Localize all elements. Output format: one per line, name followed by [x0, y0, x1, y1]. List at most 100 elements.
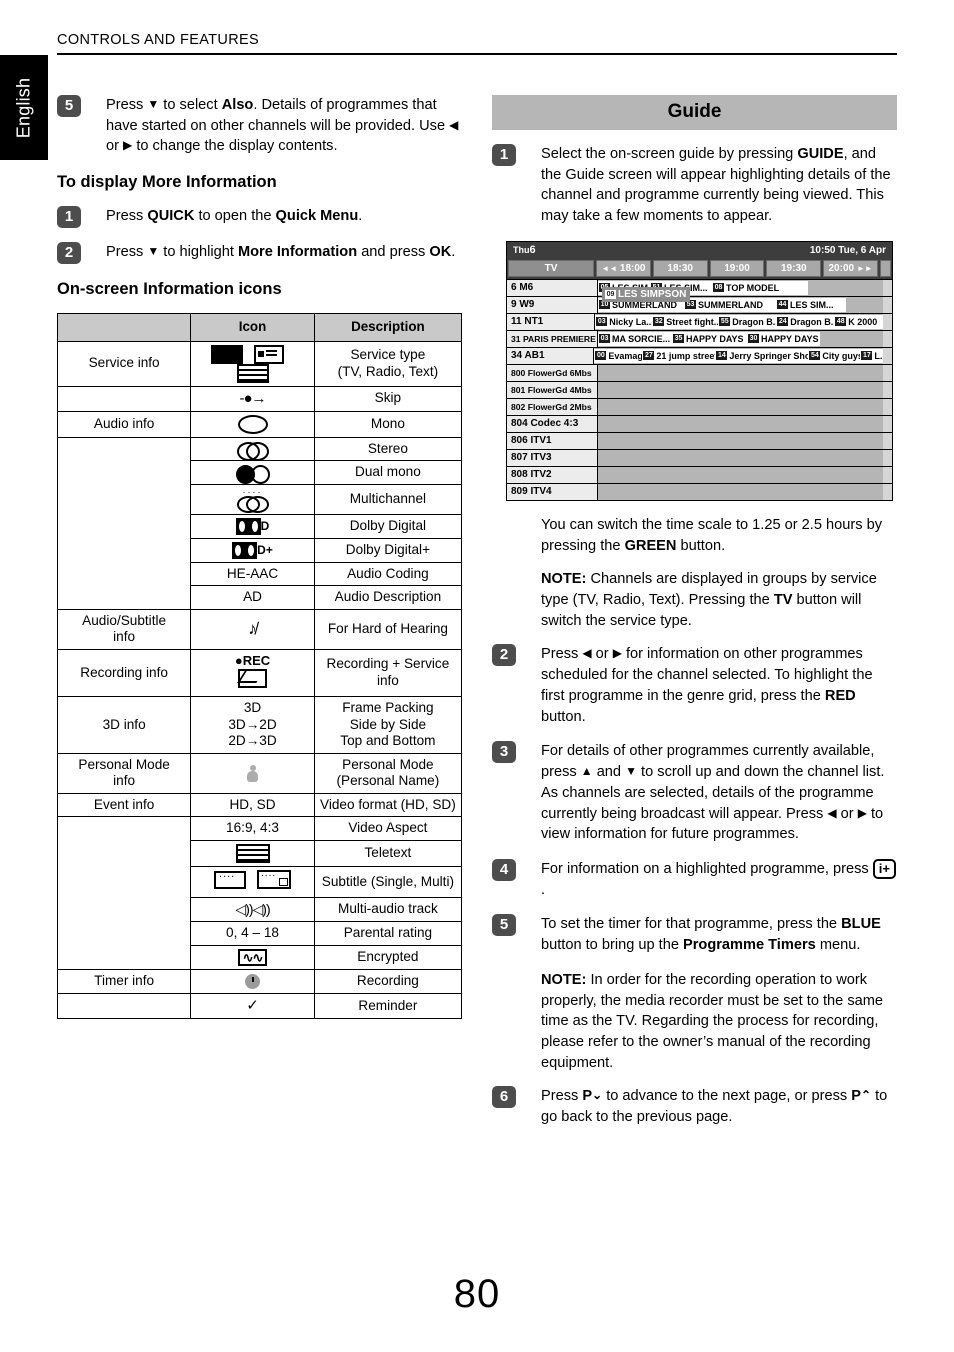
epg-channel-name[interactable]: 34 AB1	[507, 347, 595, 364]
row-description: Skip	[313, 385, 463, 412]
epg-time-cell[interactable]: 19:00	[709, 259, 765, 277]
epg-channel-name[interactable]: 808 ITV2	[507, 466, 598, 483]
epg-programme-track	[598, 466, 883, 483]
teletext-icon	[235, 844, 270, 864]
epg-channel-name[interactable]: 802 FlowerGd 2Mbs	[507, 398, 598, 415]
epg-channel-name[interactable]: 804 Codec 4:3	[507, 415, 598, 432]
epg-row[interactable]: 11 NT1 03 Nicky La... 32 Street fight... 55 Dr…	[507, 312, 892, 330]
chevron-down-icon: ⌄	[592, 1088, 603, 1103]
row-description: Service type (TV, Radio, Text)	[313, 340, 463, 387]
epg-service-type-button[interactable]: TV	[508, 259, 594, 277]
epg-channel-name[interactable]: 31 PARIS PREMIERE	[507, 330, 598, 347]
row-description: Frame Packing Side by Side Top and Bottom	[313, 696, 463, 754]
epg-row-endcap	[883, 415, 892, 432]
note-recording: NOTE: In order for the recording operati…	[541, 970, 897, 1074]
epg-programme[interactable]: 27 21 jump street	[642, 348, 716, 363]
row-description: Video format (HD, SD)	[313, 792, 463, 818]
step-text: Press P⌄ to advance to the next page, or…	[541, 1086, 897, 1127]
epg-channel-name[interactable]: 809 ITV4	[507, 483, 598, 500]
epg-programme-badge: 14	[716, 351, 728, 361]
epg-timescale-bar[interactable]: TV ◄◄ 18:00 18:30 19:00 19:30 20:00 ►►	[507, 258, 892, 279]
epg-programme[interactable]: 30 HAPPY DAYS	[747, 331, 820, 346]
epg-row[interactable]: 800 FlowerGd 6Mbs	[507, 363, 892, 381]
emphasis: Programme Timers	[683, 937, 816, 954]
language-tab-label: English	[13, 77, 34, 138]
epg-row[interactable]: 34 AB1 00 Evamag 27 21 jump street 14 Jerry Sp…	[507, 346, 892, 364]
table-row: HE-AAC Audio Coding	[56, 561, 463, 587]
epg-time-cell[interactable]: ◄◄ 18:00	[596, 259, 651, 277]
table-row: Stereo	[56, 436, 463, 462]
step-text-part: .	[541, 881, 546, 898]
arrow-left-icon: ◀	[827, 805, 837, 820]
epg-programme[interactable]: 44 LES SIM...	[776, 297, 846, 312]
epg-time-cell[interactable]: 20:00 ►►	[823, 259, 878, 277]
epg-programme[interactable]: 08 TOP MODEL	[712, 280, 808, 295]
epg-day: Thu6	[513, 244, 536, 256]
stereo-icon	[236, 441, 269, 461]
emphasis: P	[851, 1088, 861, 1105]
step-text: To set the timer for that programme, pre…	[541, 914, 897, 955]
row-icon-cell: ●REC	[190, 648, 315, 698]
step-number: 1	[57, 206, 81, 229]
epg-row[interactable]: 801 FlowerGd 4Mbs	[507, 380, 892, 398]
row-icon-cell: 16:9, 4:3	[190, 816, 315, 842]
epg-programme[interactable]: 32 Street fight...	[652, 314, 719, 329]
epg-programme-badge: 03	[596, 317, 608, 327]
row-description: Video Aspect	[313, 816, 463, 842]
epg-prev-arrow-icon[interactable]: ◄◄	[601, 264, 617, 273]
epg-row[interactable]: 804 Codec 4:3	[507, 414, 892, 432]
epg-programme[interactable]: 03 MA SORCIE...	[598, 331, 672, 346]
epg-row[interactable]: 9 W9 10 SUMMERLAND 53 SUMMERLAND 44 LES SIM...	[507, 295, 892, 313]
row-description: Mono	[313, 410, 463, 438]
epg-row[interactable]: 6 M605LES SIM...51LES SIM...08TOP MODEL0…	[507, 278, 892, 302]
epg-channel-name[interactable]: 9 W9	[507, 296, 598, 313]
epg-programme-track	[598, 449, 883, 466]
step-text-part: and	[592, 764, 626, 781]
row-description: Multi-audio track	[313, 896, 463, 923]
column-header-icon: Icon	[190, 313, 315, 342]
arrow-down-icon: ▼	[147, 97, 160, 111]
epg-time-cell[interactable]: 18:30	[652, 259, 708, 277]
epg-programme[interactable]: 55 Dragon B...	[718, 314, 777, 329]
epg-programme[interactable]: 03 Nicky La...	[595, 314, 653, 329]
epg-programme[interactable]: 14Jerry Springer Show	[715, 348, 809, 363]
hard-of-hearing-icon: ♪̸	[248, 618, 257, 638]
epg-time-cell[interactable]: 19:30	[766, 259, 822, 277]
step-other-programmes: 2 Press ◀ or ▶ for information on other …	[492, 644, 897, 727]
epg-programme[interactable]: 48 K 2000	[834, 314, 884, 329]
step-text-part: Press	[106, 244, 148, 261]
epg-channel-name[interactable]: 801 FlowerGd 4Mbs	[507, 381, 598, 398]
step-text-part: Select the on-screen guide by pressing	[541, 146, 798, 162]
epg-programme[interactable]: 24 Dragon B...	[776, 314, 835, 329]
arrow-right-icon: ▶	[857, 805, 867, 820]
heading-more-information: To display More Information	[57, 173, 277, 192]
epg-highlighted-programme[interactable]: 09 LES SIMPSON	[602, 286, 691, 302]
epg-channel-name[interactable]: 800 FlowerGd 6Mbs	[507, 364, 598, 381]
epg-row[interactable]: 802 FlowerGd 2Mbs	[507, 397, 892, 415]
row-category: 3D info	[56, 696, 192, 754]
epg-programme[interactable]: 00 Evamag	[594, 348, 643, 363]
epg-row[interactable]: 807 ITV3	[507, 448, 892, 466]
epg-programme-track: 05LES SIM...51LES SIM...08TOP MODEL09LES…	[598, 279, 883, 302]
table-header-row: Icon Description	[56, 313, 463, 342]
epg-row[interactable]: 808 ITV2	[507, 465, 892, 483]
table-row: Teletext	[56, 840, 463, 868]
epg-programme[interactable]: 54 City guys	[808, 348, 861, 363]
epg-channel-name[interactable]: 806 ITV1	[507, 432, 598, 449]
step-info-button: 4 For information on a highlighted progr…	[492, 858, 897, 900]
row-icon-cell	[190, 340, 315, 387]
epg-programme[interactable]: 35 HAPPY DAYS	[672, 331, 747, 346]
table-row: -●→ Skip	[56, 385, 463, 412]
epg-channel-name[interactable]: 11 NT1	[507, 313, 596, 330]
step-text-part: to highlight	[159, 244, 238, 261]
epg-row[interactable]: 31 PARIS PREMIERE 03 MA SORCIE... 35 HAPPY D…	[507, 329, 892, 347]
epg-row[interactable]: 806 ITV1	[507, 431, 892, 449]
row-icon-cell	[190, 436, 315, 462]
epg-programme[interactable]: 17L...	[860, 348, 884, 363]
epg-programme[interactable]: 53 SUMMERLAND	[684, 297, 776, 312]
epg-row[interactable]: 809 ITV4	[507, 482, 892, 500]
epg-channel-name[interactable]: 6 M6	[507, 279, 598, 296]
emphasis: Also	[221, 97, 254, 113]
epg-next-arrow-icon[interactable]: ►►	[857, 264, 873, 273]
epg-channel-name[interactable]: 807 ITV3	[507, 449, 598, 466]
